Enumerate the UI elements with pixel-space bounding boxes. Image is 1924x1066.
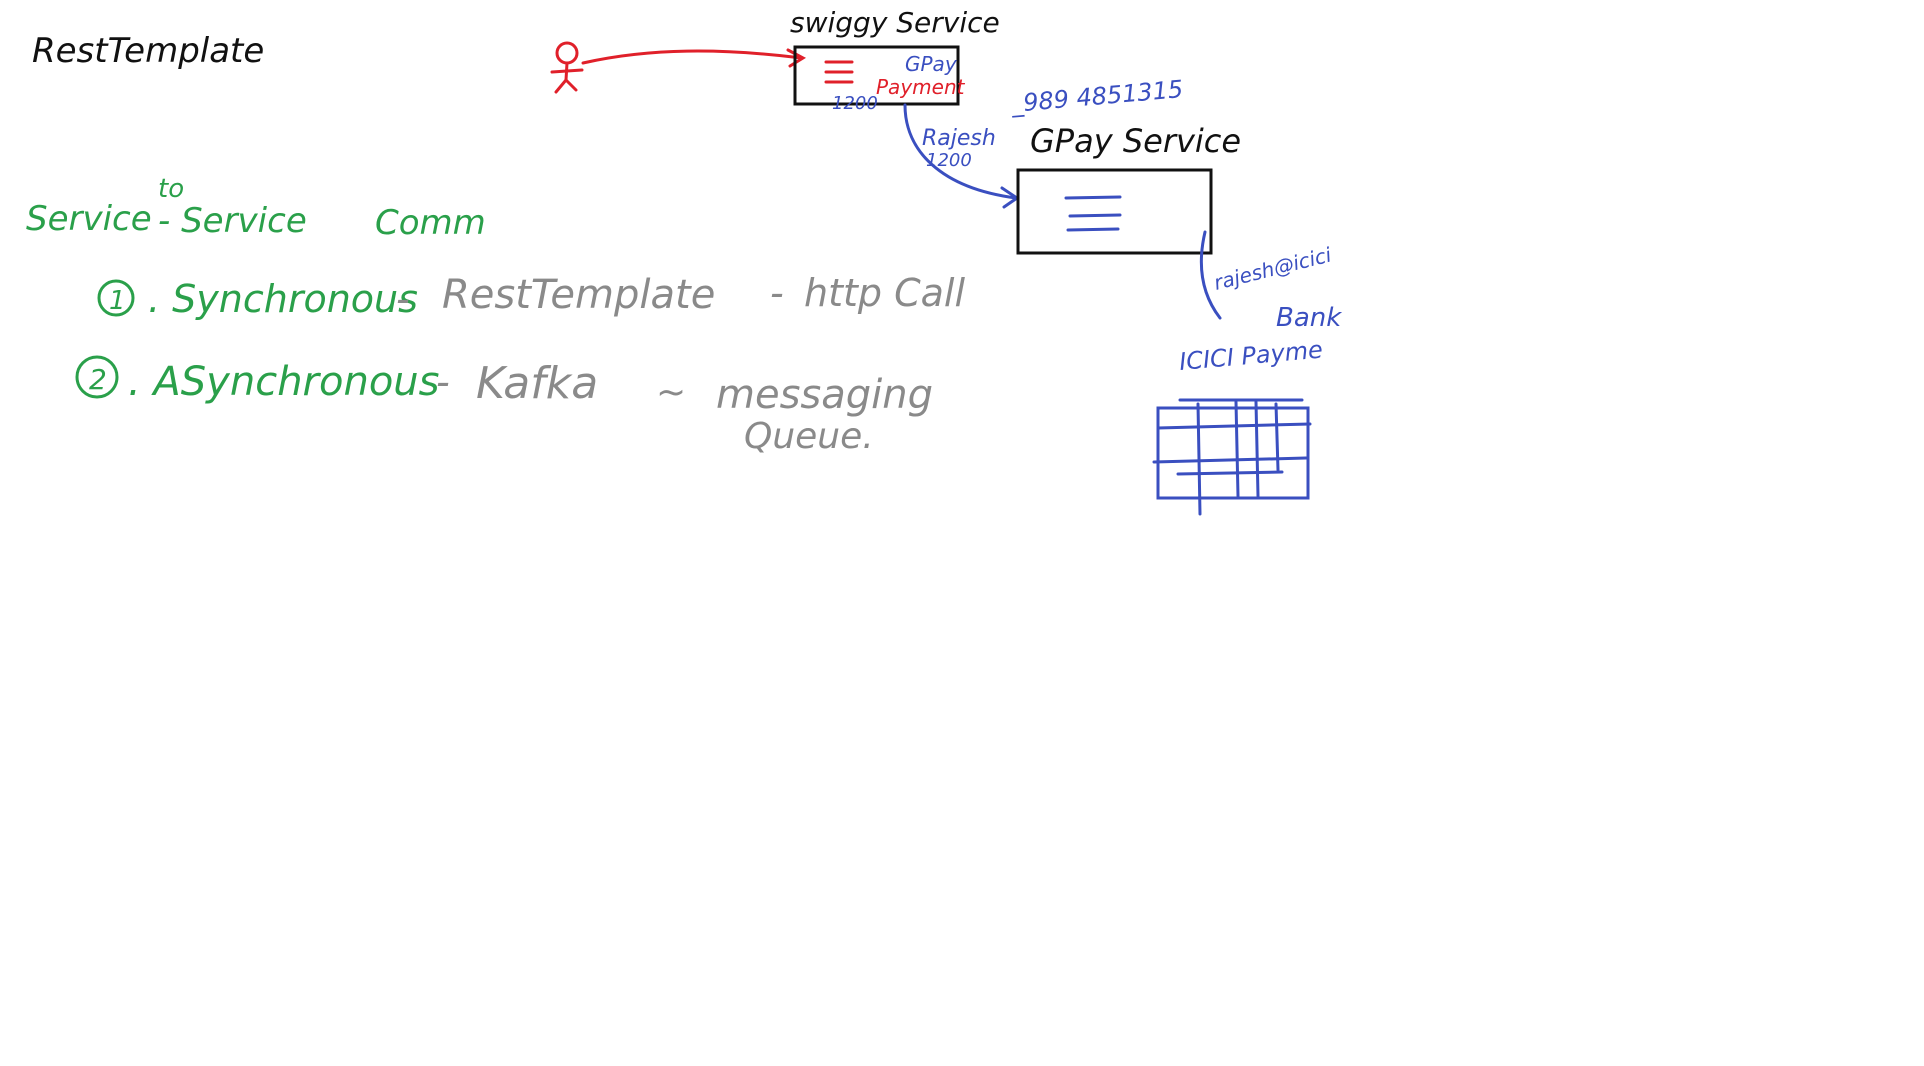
item2-label: . ASynchronous bbox=[128, 359, 439, 405]
item1-dash2: - bbox=[770, 271, 784, 315]
phone-number: _989 4851315 bbox=[1009, 75, 1184, 118]
whiteboard-canvas: RestTemplate Service to - Service Comm 1… bbox=[26, 6, 1342, 516]
service-comm-heading: Service to - Service Comm bbox=[26, 174, 486, 243]
user-stick-figure bbox=[550, 41, 584, 94]
item2-number: 2 bbox=[89, 363, 107, 396]
item-asynchronous: 2 . ASynchronous - Kafka ~ messaging Que… bbox=[75, 355, 933, 457]
swiggy-amount: 1200 bbox=[832, 93, 878, 114]
item1-number: 1 bbox=[109, 286, 126, 316]
item1-label: . Synchronous bbox=[148, 277, 418, 321]
service-comm-part3: Comm bbox=[375, 203, 486, 243]
item2-detail: messaging bbox=[716, 372, 933, 418]
swiggy-payment-label: Payment bbox=[876, 75, 966, 99]
request-amount: 1200 bbox=[926, 150, 972, 171]
request-name: Rajesh bbox=[922, 126, 996, 151]
service-comm-part2: - Service bbox=[158, 201, 307, 241]
gpay-service-title: GPay Service bbox=[1030, 122, 1241, 160]
item2-dash1: - bbox=[436, 360, 450, 404]
item2-tech: Kafka bbox=[476, 358, 598, 409]
gpay-service-box bbox=[1016, 168, 1213, 255]
icici-payment-label: ICICI Payme bbox=[1178, 336, 1324, 376]
bank-table-grid bbox=[1152, 398, 1312, 516]
swiggy-menu-icon bbox=[824, 60, 854, 84]
upi-id: rajesh@icici bbox=[1211, 242, 1334, 294]
gpay-menu-icon bbox=[1064, 195, 1122, 232]
service-comm-part1: Service bbox=[26, 199, 152, 239]
item1-dash1: - bbox=[396, 277, 410, 321]
board-title: RestTemplate bbox=[32, 31, 264, 71]
user-to-swiggy-arrow bbox=[581, 48, 807, 68]
item2-dash2: ~ bbox=[656, 372, 686, 413]
item1-tech: RestTemplate bbox=[442, 272, 715, 318]
service-comm-to: to bbox=[158, 174, 184, 204]
bank-label: Bank bbox=[1276, 303, 1342, 333]
swiggy-gpay-label: GPay bbox=[905, 52, 958, 76]
swiggy-service-title: swiggy Service bbox=[790, 6, 1000, 39]
item-synchronous: 1 . Synchronous - RestTemplate - http Ca… bbox=[97, 271, 965, 321]
item1-detail: http Call bbox=[804, 271, 965, 315]
item2-detail2: Queue. bbox=[744, 416, 874, 457]
